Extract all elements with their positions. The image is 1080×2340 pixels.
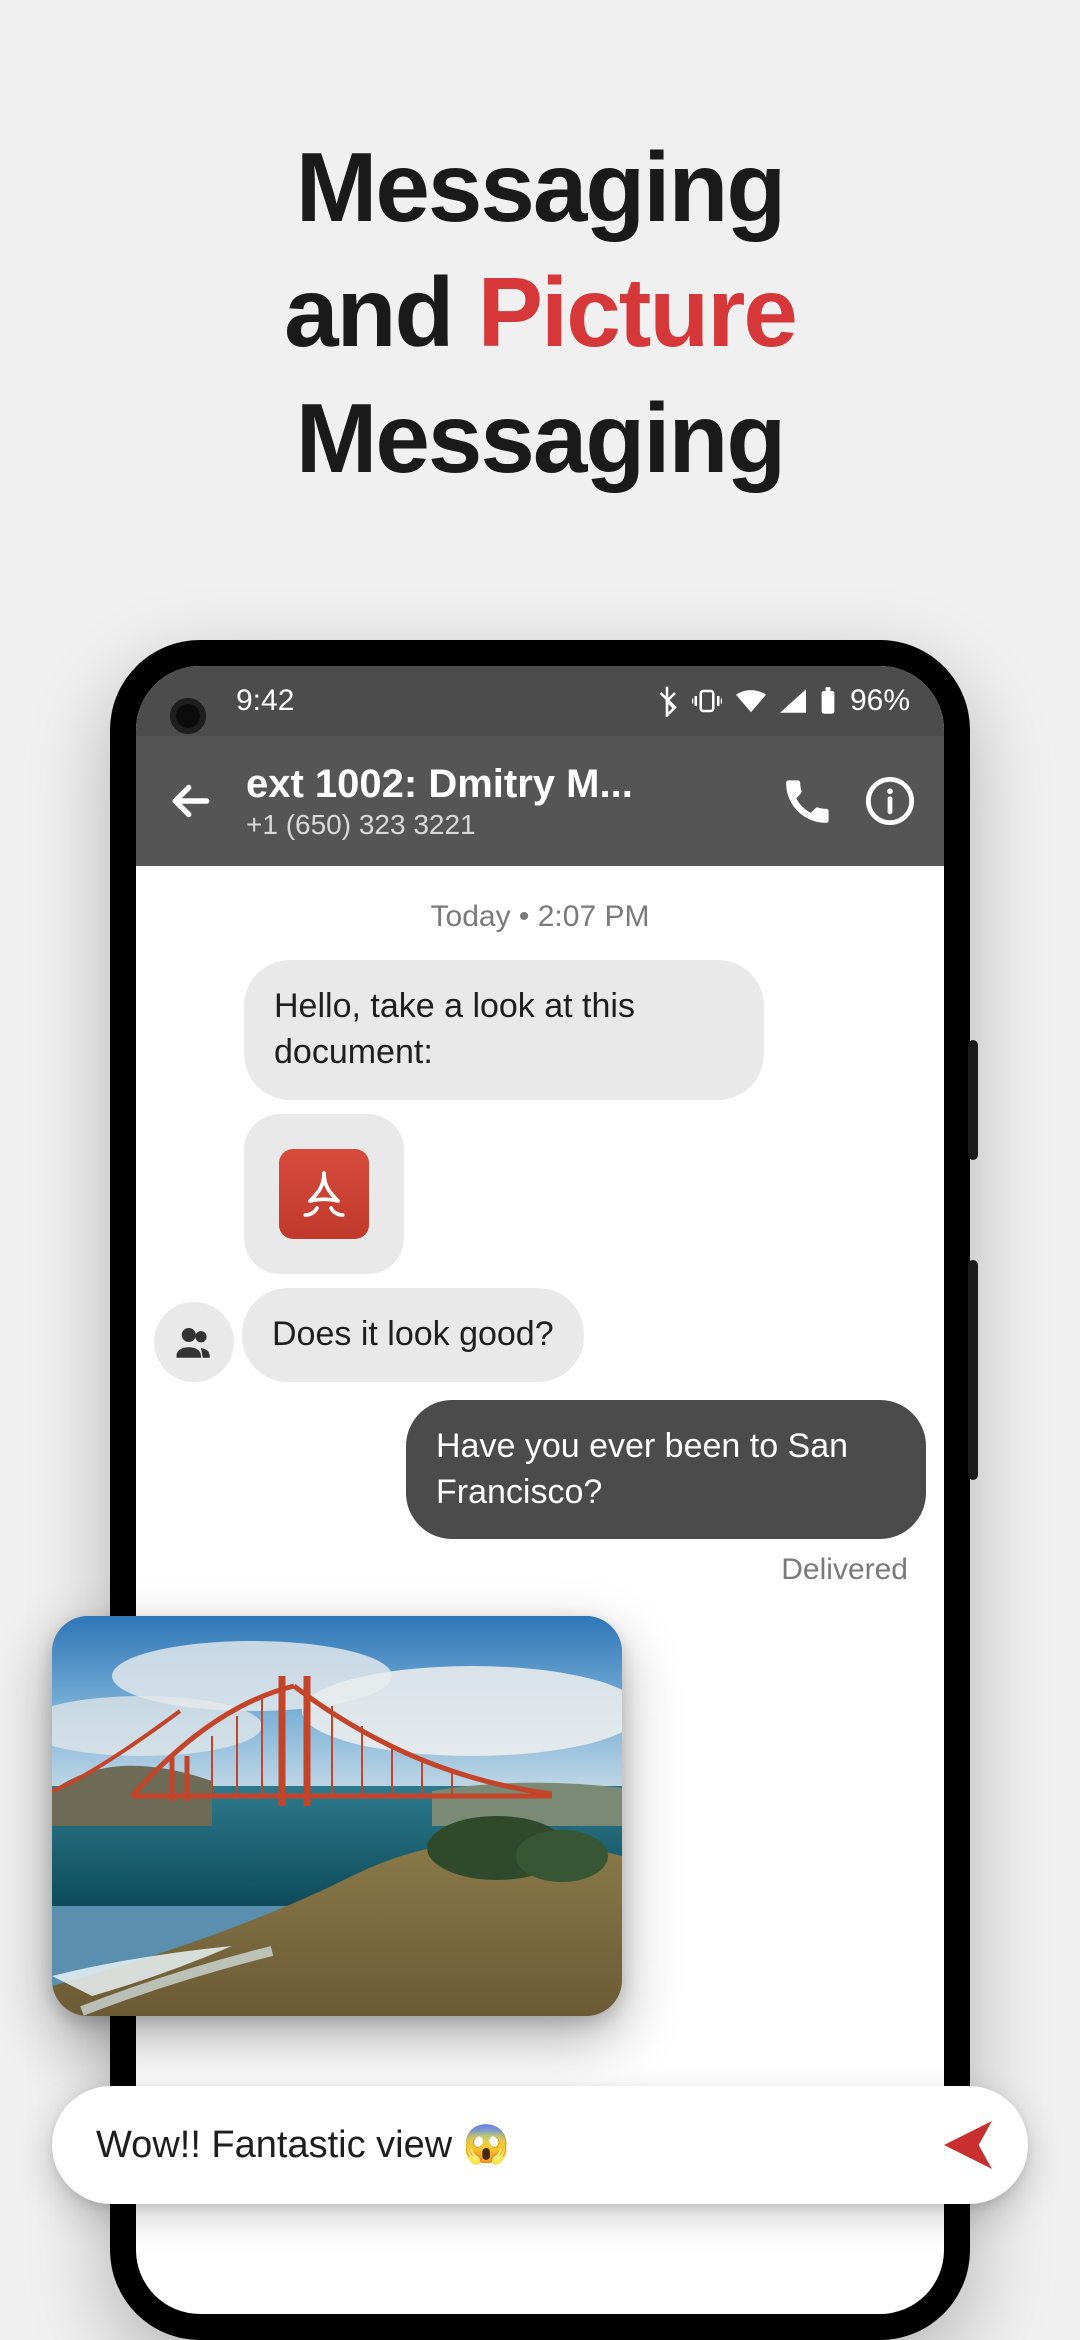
- phone-side-button: [968, 1260, 978, 1480]
- message-row-incoming: Hello, take a look at this document:: [154, 960, 926, 1100]
- statusbar-time: 9:42: [236, 684, 294, 718]
- info-icon[interactable]: [864, 775, 916, 827]
- contact-number: +1 (650) 323 3221: [246, 809, 752, 841]
- pdf-attachment[interactable]: [244, 1114, 404, 1274]
- signal-icon: [780, 689, 806, 713]
- bluetooth-icon: [656, 685, 678, 717]
- compose-bar: Wow!! Fantastic view 😱: [52, 2086, 1028, 2204]
- statusbar: 9:42 96%: [136, 666, 944, 736]
- message-row-attachment: [154, 1114, 926, 1274]
- delivery-status: Delivered: [154, 1553, 926, 1587]
- battery-percent: 96%: [850, 684, 910, 718]
- promo-headline: Messaging and Picture Messaging: [0, 125, 1080, 501]
- back-icon[interactable]: [164, 774, 218, 828]
- headline-word: Messaging: [296, 132, 784, 242]
- chat-body: Today • 2:07 PM Hello, take a look at th…: [136, 866, 944, 1587]
- pdf-icon: [279, 1149, 369, 1239]
- contact-name: ext 1002: Dmitry M...: [246, 762, 752, 807]
- phone-side-button: [968, 1040, 978, 1160]
- headline-accent-word: Picture: [478, 257, 796, 367]
- send-icon[interactable]: [936, 2113, 1000, 2177]
- camera-hole: [170, 698, 206, 734]
- statusbar-right: 96%: [656, 684, 910, 718]
- message-bubble[interactable]: Does it look good?: [242, 1288, 584, 1382]
- picture-message[interactable]: [52, 1616, 622, 2016]
- vibrate-icon: [692, 687, 722, 715]
- contact-block[interactable]: ext 1002: Dmitry M... +1 (650) 323 3221: [246, 762, 752, 841]
- phone-frame: 9:42 96% ext 1002: Dmitry M... +1 (650) …: [110, 640, 970, 2340]
- compose-input[interactable]: Wow!! Fantastic view 😱: [96, 2123, 936, 2167]
- message-bubble[interactable]: Have you ever been to San Francisco?: [406, 1400, 926, 1540]
- chat-header: ext 1002: Dmitry M... +1 (650) 323 3221: [136, 736, 944, 866]
- battery-icon: [820, 687, 836, 715]
- headline-word: Messaging: [296, 383, 784, 493]
- headline-word: and: [284, 257, 477, 367]
- phone-screen: 9:42 96% ext 1002: Dmitry M... +1 (650) …: [136, 666, 944, 2314]
- message-row-incoming: Does it look good?: [154, 1288, 926, 1382]
- wifi-icon: [736, 689, 766, 713]
- message-bubble[interactable]: Hello, take a look at this document:: [244, 960, 764, 1100]
- group-icon: [173, 1321, 215, 1363]
- phone-icon[interactable]: [782, 775, 834, 827]
- avatar[interactable]: [154, 1302, 234, 1382]
- date-separator: Today • 2:07 PM: [154, 900, 926, 934]
- message-row-outgoing: Have you ever been to San Francisco?: [154, 1400, 926, 1540]
